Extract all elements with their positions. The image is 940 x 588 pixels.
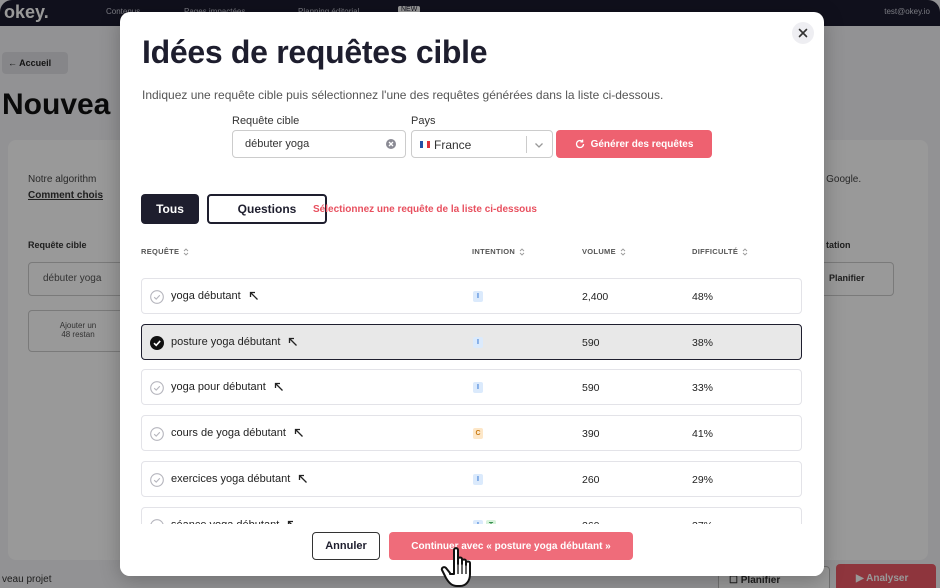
query-keyword: posture yoga débutant xyxy=(171,336,298,348)
query-row[interactable]: yoga débutant I 2,400 48% xyxy=(141,278,802,314)
query-keyword-text: posture yoga débutant xyxy=(171,335,281,348)
back-button[interactable]: ← Accueil xyxy=(2,52,68,74)
sort-icon xyxy=(519,247,525,256)
query-volume: 590 xyxy=(582,336,600,349)
query-keyword: yoga débutant xyxy=(171,290,259,302)
query-keyword: cours de yoga débutant xyxy=(171,427,304,439)
background-planifier-button[interactable]: Planifier xyxy=(818,262,894,296)
intent-badge: I xyxy=(473,291,483,302)
generate-queries-label: Générer des requêtes xyxy=(590,138,694,150)
query-label: Requête cible xyxy=(232,115,300,127)
query-row[interactable]: cours de yoga débutant C 390 41% xyxy=(141,415,802,452)
planifier-bottom-label: Planifier xyxy=(740,575,781,586)
background-station-label: tation xyxy=(826,240,851,250)
background-add-label: Ajouter un xyxy=(59,321,97,330)
page-title: Nouvea xyxy=(2,88,111,121)
intent-badges: C xyxy=(473,428,483,440)
background-help-link[interactable]: Comment chois xyxy=(28,190,103,201)
modal-title: Idées de requêtes cible xyxy=(142,34,488,70)
background-analyser-button[interactable]: ▶ Analyser xyxy=(836,564,936,588)
intent-badges: I xyxy=(473,336,483,348)
column-volume-label: VOLUME xyxy=(582,247,616,256)
user-email[interactable]: test@okey.io xyxy=(884,7,930,16)
column-header-volume[interactable]: VOLUME xyxy=(582,247,626,256)
column-header-intent[interactable]: INTENTION xyxy=(472,247,525,256)
intent-badge: I xyxy=(473,382,483,394)
filter-questions-button[interactable]: Questions xyxy=(207,194,327,224)
app-logo: okey. xyxy=(4,2,49,22)
query-keyword-text: yoga pour débutant xyxy=(171,381,266,394)
hand-cursor-icon xyxy=(440,547,471,587)
background-project-label: veau projet xyxy=(2,574,52,585)
query-difficulty: 29% xyxy=(692,473,714,486)
query-row[interactable]: posture yoga débutant I 590 38% xyxy=(141,323,802,360)
intent-badges: I xyxy=(473,382,483,394)
query-volume: 390 xyxy=(582,428,600,441)
selection-hint: Sélectionnez une requête de la liste ci-… xyxy=(313,204,537,215)
intent-badge: C xyxy=(473,428,483,440)
refresh-icon xyxy=(575,139,584,149)
country-select-divider xyxy=(526,136,527,153)
sort-icon xyxy=(620,247,626,256)
open-arrow-icon[interactable] xyxy=(298,474,308,484)
background-field-label: Requête cible xyxy=(28,240,87,250)
query-difficulty: 38% xyxy=(692,336,714,349)
unchecked-circle-icon xyxy=(150,381,164,396)
close-icon xyxy=(798,28,808,38)
query-row[interactable]: exercices yoga débutant I 260 29% xyxy=(141,460,802,497)
background-description-end: r Google. xyxy=(820,174,862,185)
generate-queries-button[interactable]: Générer des requêtes xyxy=(556,130,712,158)
query-difficulty: 33% xyxy=(692,382,714,395)
close-button[interactable] xyxy=(792,22,814,44)
query-keyword-text: yoga débutant xyxy=(171,290,241,302)
background-add-count: 48 restan xyxy=(61,330,95,339)
query-difficulty: 41% xyxy=(692,428,714,441)
open-arrow-icon[interactable] xyxy=(288,337,298,347)
unchecked-circle-icon xyxy=(150,427,164,441)
france-flag-icon xyxy=(420,141,430,148)
checked-circle-icon xyxy=(150,335,164,350)
unchecked-circle-icon xyxy=(150,290,164,304)
sort-icon xyxy=(742,247,748,256)
query-keyword: yoga pour débutant xyxy=(171,381,284,393)
country-select[interactable]: France xyxy=(411,130,553,158)
clear-input-icon[interactable] xyxy=(386,139,396,149)
query-volume: 260 xyxy=(582,473,600,486)
filter-all-button[interactable]: Tous xyxy=(141,194,199,224)
sort-icon xyxy=(184,247,189,256)
query-difficulty: 48% xyxy=(692,291,714,303)
query-volume: 590 xyxy=(582,382,600,395)
column-header-query[interactable]: REQUÊTE xyxy=(141,247,189,256)
column-intent-label: INTENTION xyxy=(472,247,516,256)
chevron-down-icon xyxy=(535,143,543,148)
country-value: France xyxy=(434,138,472,152)
query-volume: 2,400 xyxy=(582,291,609,303)
analyser-label: Analyser xyxy=(866,573,909,584)
background-query-input[interactable]: débuter yoga xyxy=(28,262,128,296)
query-keyword: exercices yoga débutant xyxy=(171,473,308,485)
query-row[interactable]: yoga pour débutant I 590 33% xyxy=(141,369,802,406)
country-label: Pays xyxy=(411,115,436,127)
continue-button[interactable]: Continuer avec « posture yoga débutant » xyxy=(389,532,633,560)
column-difficulty-label: DIFFICULTÉ xyxy=(692,247,739,256)
query-input[interactable] xyxy=(232,130,406,158)
column-query-label: REQUÊTE xyxy=(141,247,180,256)
cancel-button[interactable]: Annuler xyxy=(312,532,380,560)
intent-badge: I xyxy=(473,473,483,485)
background-description: Notre algorithm xyxy=(28,174,97,185)
open-arrow-icon[interactable] xyxy=(274,382,284,392)
unchecked-circle-icon xyxy=(150,472,164,487)
query-keyword-text: cours de yoga débutant xyxy=(171,427,286,440)
open-arrow-icon[interactable] xyxy=(294,428,304,438)
intent-badges: I xyxy=(473,473,483,485)
intent-badges: I xyxy=(473,291,483,302)
background-add-button[interactable]: Ajouter un 48 restan xyxy=(28,310,128,352)
modal-subtitle: Indiquez une requête cible puis sélectio… xyxy=(142,88,664,102)
query-keyword-text: exercices yoga débutant xyxy=(171,472,291,485)
open-arrow-icon[interactable] xyxy=(249,291,259,301)
target-query-modal: Idées de requêtes cible Indiquez une req… xyxy=(120,12,824,576)
intent-badge: I xyxy=(473,336,483,348)
column-header-difficulty[interactable]: DIFFICULTÉ xyxy=(692,247,748,256)
